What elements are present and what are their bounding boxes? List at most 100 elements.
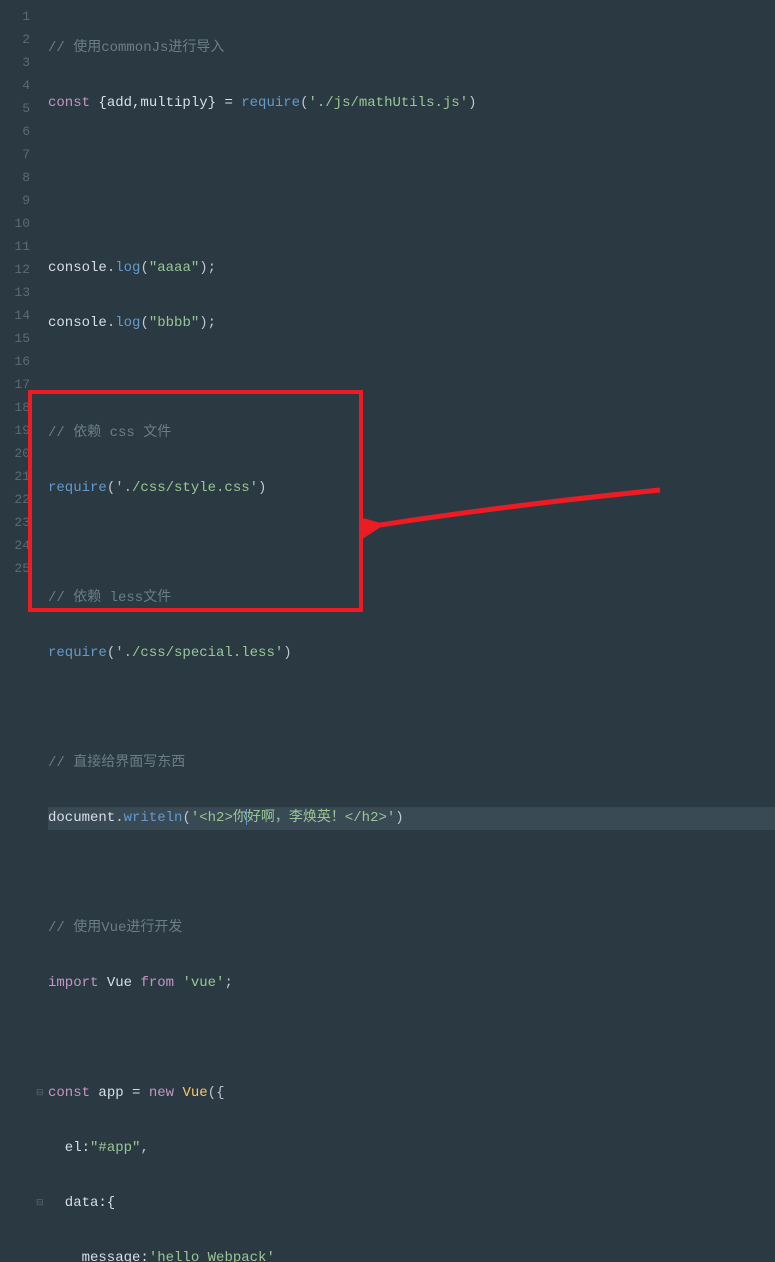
punct: );	[199, 315, 216, 331]
line-number: 15	[0, 327, 40, 350]
string-literal: "aaaa"	[149, 260, 199, 276]
code-line[interactable]: // 依赖 less文件	[48, 587, 775, 610]
line-number: 25	[0, 557, 40, 580]
code-line[interactable]	[48, 147, 775, 170]
line-number: 19	[0, 419, 40, 442]
keyword: import	[48, 975, 98, 991]
punct: (	[140, 260, 148, 276]
code-line[interactable]	[48, 202, 775, 225]
line-number: 14	[0, 304, 40, 327]
line-number: 20	[0, 442, 40, 465]
identifier: console	[48, 260, 107, 276]
code-line[interactable]: console.log("aaaa");	[48, 257, 775, 280]
code-line[interactable]	[48, 862, 775, 885]
code-line[interactable]: // 使用Vue进行开发	[48, 917, 775, 940]
punct: )	[283, 645, 291, 661]
identifier: console	[48, 315, 107, 331]
string-literal: 好啊，李焕英！</h2>'	[247, 810, 395, 826]
function-call: log	[115, 260, 140, 276]
line-number: 2	[0, 28, 40, 51]
line-number: 10	[0, 212, 40, 235]
code-line[interactable]: // 使用commonJs进行导入	[48, 37, 775, 60]
string-literal: "#app"	[90, 1140, 140, 1156]
line-number: 4	[0, 74, 40, 97]
code-line[interactable]	[48, 697, 775, 720]
string-literal: './js/mathUtils.js'	[308, 95, 468, 111]
line-number: 1	[0, 5, 40, 28]
line-number: 3	[0, 51, 40, 74]
punct: .	[107, 315, 115, 331]
punct: ;	[224, 975, 232, 991]
code-line[interactable]: // 依赖 css 文件	[48, 422, 775, 445]
code-line[interactable]	[48, 1027, 775, 1050]
keyword: from	[140, 975, 174, 991]
string-literal: '<h2>你	[191, 810, 247, 826]
code-editor: 1 2 3 4 5 6 7 8 9 10 11 12 13 14 15 16 1…	[0, 0, 775, 631]
code-line[interactable]: message:'hello Webpack'	[48, 1247, 775, 1262]
line-number-gutter: 1 2 3 4 5 6 7 8 9 10 11 12 13 14 15 16 1…	[0, 0, 40, 631]
comment-text: // 使用commonJs进行导入	[48, 40, 224, 56]
code-area[interactable]: // 使用commonJs进行导入 const {add,multiply} =…	[40, 0, 775, 631]
line-number: 12	[0, 258, 40, 281]
identifier: app =	[90, 1085, 149, 1101]
punct: ,	[140, 1140, 148, 1156]
line-number: 11	[0, 235, 40, 258]
function-call: writeln	[124, 810, 183, 826]
function-call: require	[241, 95, 300, 111]
comment-text: // 依赖 css 文件	[48, 425, 171, 441]
punct: )	[468, 95, 476, 111]
keyword: const	[48, 95, 90, 111]
code-line[interactable]: require('./css/special.less')	[48, 642, 775, 665]
punct: (	[140, 315, 148, 331]
identifier: {add,multiply} =	[90, 95, 241, 111]
code-line[interactable]: import Vue from 'vue';	[48, 972, 775, 995]
punct: (	[182, 810, 190, 826]
code-line[interactable]: // 直接给界面写东西	[48, 752, 775, 775]
string-literal: 'hello Webpack'	[149, 1250, 275, 1262]
fold-marker-icon[interactable]: ⊟	[36, 1192, 44, 1215]
code-line[interactable]: el:"#app",	[48, 1137, 775, 1160]
line-number: 9	[0, 189, 40, 212]
fold-marker-icon[interactable]: ⊟	[36, 1082, 44, 1105]
line-number: 13	[0, 281, 40, 304]
comment-text: // 直接给界面写东西	[48, 755, 185, 771]
line-number: 18	[0, 396, 40, 419]
property: el:	[48, 1140, 90, 1156]
function-call: require	[48, 645, 107, 661]
keyword: new	[149, 1085, 174, 1101]
punct: ({	[208, 1085, 225, 1101]
punct: (	[107, 480, 115, 496]
keyword: const	[48, 1085, 90, 1101]
string-literal: './css/style.css'	[115, 480, 258, 496]
string-literal: "bbbb"	[149, 315, 199, 331]
line-number: 22	[0, 488, 40, 511]
code-line[interactable]: ⊟ data:{	[48, 1192, 775, 1215]
line-number: 23	[0, 511, 40, 534]
code-line[interactable]: require('./css/style.css')	[48, 477, 775, 500]
identifier: Vue	[98, 975, 140, 991]
punct: );	[199, 260, 216, 276]
punct: .	[115, 810, 123, 826]
string-literal: 'vue'	[182, 975, 224, 991]
function-call: require	[48, 480, 107, 496]
line-number: 16	[0, 350, 40, 373]
identifier: document	[48, 810, 115, 826]
line-number: 8	[0, 166, 40, 189]
code-line[interactable]: const {add,multiply} = require('./js/mat…	[48, 92, 775, 115]
line-number: 6	[0, 120, 40, 143]
comment-text: // 依赖 less文件	[48, 590, 171, 606]
punct: .	[107, 260, 115, 276]
property: message:	[48, 1250, 149, 1262]
code-line[interactable]	[48, 532, 775, 555]
line-number: 5	[0, 97, 40, 120]
space	[174, 975, 182, 991]
code-line[interactable]	[48, 367, 775, 390]
code-line-active[interactable]: document.writeln('<h2>你好啊，李焕英！</h2>')	[48, 807, 775, 830]
code-line[interactable]: ⊟const app = new Vue({	[48, 1082, 775, 1105]
code-line[interactable]: console.log("bbbb");	[48, 312, 775, 335]
punct: )	[258, 480, 266, 496]
space	[174, 1085, 182, 1101]
class-name: Vue	[182, 1085, 207, 1101]
punct: )	[395, 810, 403, 826]
line-number: 21	[0, 465, 40, 488]
